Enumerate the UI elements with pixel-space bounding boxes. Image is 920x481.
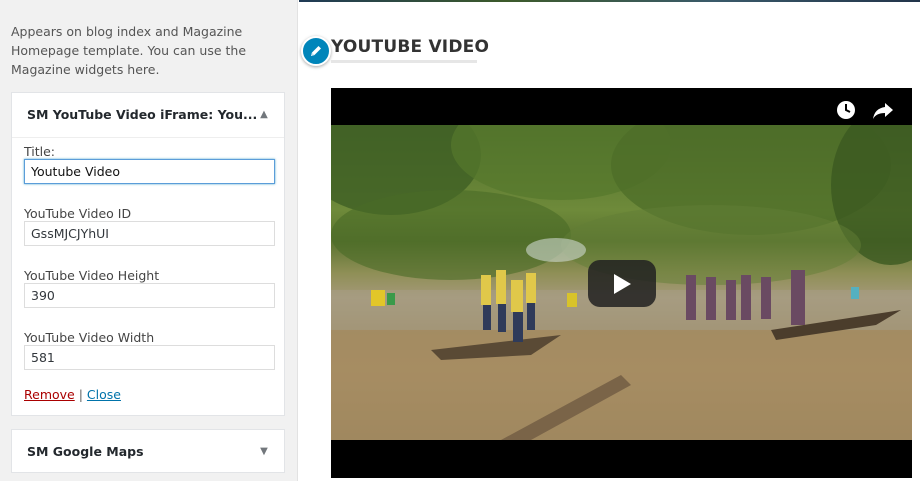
edit-shortcut-button[interactable] xyxy=(301,36,331,66)
video-top-bar xyxy=(331,88,912,125)
google-maps-widget-header[interactable]: SM Google Maps ▼ xyxy=(12,430,284,474)
youtube-video-widget: SM YouTube Video iFrame: You... ▲ Title:… xyxy=(11,92,285,416)
remove-link[interactable]: Remove xyxy=(24,387,75,402)
section-title: YOUTUBE VIDEO xyxy=(331,37,490,57)
header-image-strip xyxy=(299,0,920,2)
widget-area-description: Appears on blog index and Magazine Homep… xyxy=(11,24,247,77)
google-maps-widget-title: SM Google Maps xyxy=(27,444,144,459)
title-underline xyxy=(331,60,477,63)
watch-later-icon[interactable] xyxy=(836,100,856,120)
video-height-input[interactable]: 390 xyxy=(24,283,275,308)
site-preview: YOUTUBE VIDEO xyxy=(299,0,920,481)
customizer-sidebar: Appears on blog index and Magazine Homep… xyxy=(0,0,298,481)
share-icon[interactable] xyxy=(872,100,894,120)
youtube-widget-header[interactable]: SM YouTube Video iFrame: You... ▲ xyxy=(12,93,284,138)
google-maps-widget: SM Google Maps ▼ xyxy=(11,429,285,473)
video-bottom-bar xyxy=(331,440,912,478)
widget-actions: Remove | Close xyxy=(24,387,121,402)
youtube-video-embed[interactable] xyxy=(331,88,912,478)
collapse-arrow-icon[interactable]: ▲ xyxy=(258,109,270,121)
video-width-input[interactable]: 581 xyxy=(24,345,275,370)
title-input[interactable]: Youtube Video xyxy=(24,159,275,184)
close-link[interactable]: Close xyxy=(87,387,121,402)
video-id-label: YouTube Video ID xyxy=(24,206,132,221)
title-field-label: Title: xyxy=(24,144,55,159)
video-width-label: YouTube Video Width xyxy=(24,330,155,345)
play-icon xyxy=(614,273,631,294)
expand-arrow-icon[interactable]: ▼ xyxy=(258,446,270,458)
play-button[interactable] xyxy=(588,260,656,307)
video-id-input[interactable]: GssMJCJYhUI xyxy=(24,221,275,246)
video-height-label: YouTube Video Height xyxy=(24,268,160,283)
pencil-icon xyxy=(311,46,321,56)
actions-separator: | xyxy=(78,387,83,402)
youtube-widget-title: SM YouTube Video iFrame: You... xyxy=(27,107,258,122)
